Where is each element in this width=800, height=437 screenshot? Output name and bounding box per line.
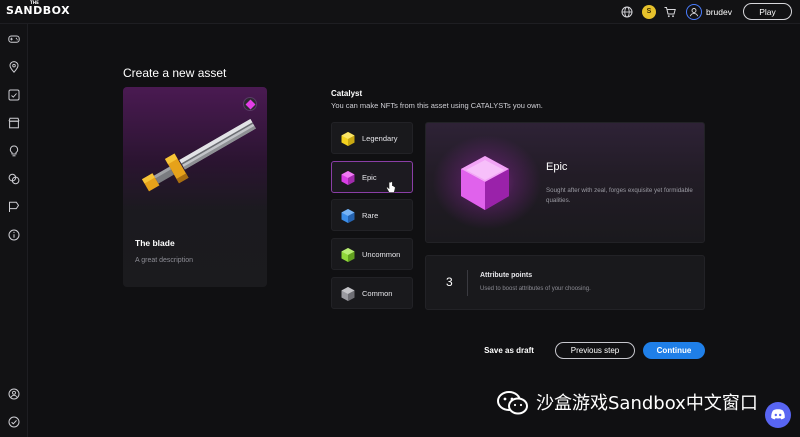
catalyst-detail-name: Epic [546,161,568,173]
uncommon-cube-icon [341,248,355,262]
top-bar: THE SANDBOX S brudev Play [0,0,800,24]
catalyst-option-common[interactable]: Common [331,277,413,309]
globe-icon[interactable] [621,6,633,18]
epic-cube-icon [341,171,355,185]
asset-name: The blade [135,238,175,248]
catalyst-label: Uncommon [362,250,401,259]
continue-button[interactable]: Continue [643,342,705,359]
sandbox-logo[interactable]: THE SANDBOX [6,0,71,17]
logo-text: SANDBOX [6,4,71,17]
sand-coin-icon[interactable]: S [642,5,656,19]
common-cube-icon [341,287,355,301]
bulb-icon[interactable] [8,145,20,157]
legendary-cube-icon [341,132,355,146]
asset-description: A great description [135,257,193,264]
catalyst-label: Rare [362,211,379,220]
cart-icon[interactable] [664,6,676,18]
play-button[interactable]: Play [743,3,792,20]
discord-icon[interactable] [765,402,791,428]
info-icon[interactable] [8,229,20,241]
catalyst-title: Catalyst [331,89,363,98]
map-pin-icon[interactable] [8,61,20,73]
divider [467,270,468,296]
save-draft-button[interactable]: Save as draft [476,342,542,359]
catalyst-label: Legendary [362,134,398,143]
gamepad-icon[interactable] [8,33,20,45]
catalyst-subtitle: You can make NFTs from this asset using … [331,101,543,110]
catalyst-label: Epic [362,173,377,182]
attribute-points-description: Used to boost attributes of your choosin… [480,286,591,292]
logo-prefix: THE [30,0,39,5]
shop-icon[interactable] [8,117,20,129]
user-icon [689,8,699,17]
previous-step-button[interactable]: Previous step [555,342,635,359]
sidebar [0,24,28,437]
exchange-icon[interactable] [8,173,20,185]
user-avatar[interactable] [686,4,702,20]
wechat-icon [497,391,528,415]
catalyst-label: Common [362,289,393,298]
settings-user-icon[interactable] [8,388,20,400]
watermark-text: 沙盒游戏Sandbox中文窗口 [536,393,758,414]
page-title: Create a new asset [123,66,227,80]
catalyst-option-legendary[interactable]: Legendary [331,122,413,154]
catalyst-option-rare[interactable]: Rare [331,199,413,231]
epic-gem-icon [245,99,256,110]
attribute-points-title: Attribute points [480,272,533,279]
catalyst-option-epic[interactable]: Epic [331,161,413,193]
rare-cube-icon [341,209,355,223]
check-circle-icon[interactable] [8,416,20,428]
hand-cursor-icon [386,181,396,193]
epic-catalyst-image [461,156,509,210]
attribute-points-value: 3 [446,275,453,289]
flag-icon[interactable] [8,201,20,213]
portfolio-icon[interactable] [8,89,20,101]
catalyst-detail-description: Sought after with zeal, forges exquisite… [546,187,693,204]
rarity-badge [243,97,257,111]
username-label[interactable]: brudev [706,7,732,17]
catalyst-option-uncommon[interactable]: Uncommon [331,238,413,270]
